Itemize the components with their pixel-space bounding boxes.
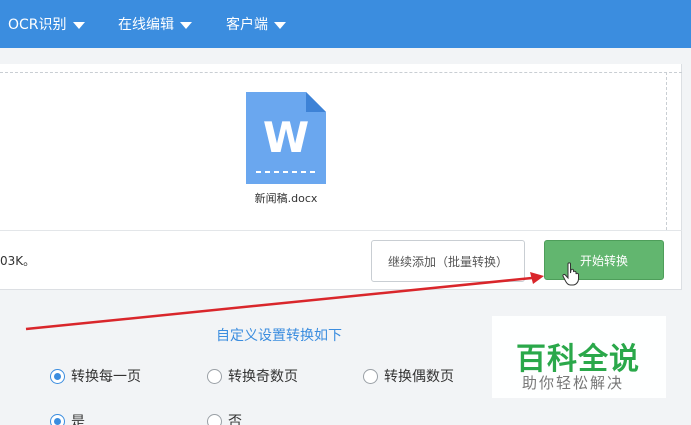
option-label: 转换奇数页 [228, 369, 298, 385]
hand-cursor-icon [562, 262, 579, 286]
top-navbar: OCR识别 在线编辑 客户端 [0, 0, 691, 48]
size-note: 03K。 [0, 254, 36, 268]
nav-item-ocr[interactable]: OCR识别 [8, 0, 85, 48]
radio-checked-icon [50, 368, 65, 384]
caret-down-icon [180, 21, 192, 29]
radio-convert-every-page[interactable]: 转换每一页 [50, 366, 141, 386]
radio-unchecked-icon [207, 413, 222, 425]
radio-checked-icon [50, 413, 65, 425]
nav-item-label: 客户端 [226, 17, 268, 33]
add-more-button[interactable]: 继续添加（批量转换） [371, 240, 525, 282]
caret-down-icon [274, 21, 286, 29]
app-root: OCR识别 在线编辑 客户端 W 新闻稿.docx 03K。 继续添加（批量转换… [0, 0, 691, 425]
radio-yes[interactable]: 是 [50, 411, 85, 425]
file-icon-letter: W [263, 113, 309, 162]
drop-zone-border-bottom [0, 230, 682, 231]
option-label: 转换每一页 [71, 369, 141, 385]
nav-item-client[interactable]: 客户端 [226, 0, 286, 48]
option-label: 否 [228, 414, 242, 425]
radio-unchecked-icon [363, 368, 378, 384]
drop-zone-border-right [666, 72, 667, 230]
watermark-logo: 百科全说 助你轻松解决 [492, 316, 666, 398]
caret-down-icon [72, 21, 85, 29]
nav-item-label: OCR识别 [8, 17, 67, 33]
radio-unchecked-icon [207, 368, 222, 384]
option-label: 是 [71, 414, 85, 425]
file-name: 新闻稿.docx [254, 192, 318, 205]
watermark-sub-text: 助你轻松解决 [522, 374, 625, 392]
nav-item-label: 在线编辑 [118, 17, 174, 33]
nav-item-online-edit[interactable]: 在线编辑 [118, 0, 192, 48]
drop-zone-border-top [0, 72, 682, 73]
option-label: 转换偶数页 [384, 369, 454, 385]
settings-title: 自定义设置转换如下 [216, 328, 342, 344]
radio-convert-odd-pages[interactable]: 转换奇数页 [207, 366, 298, 386]
radio-no[interactable]: 否 [207, 411, 242, 425]
radio-convert-even-pages[interactable]: 转换偶数页 [363, 366, 454, 386]
word-file-icon[interactable]: W [246, 92, 326, 184]
